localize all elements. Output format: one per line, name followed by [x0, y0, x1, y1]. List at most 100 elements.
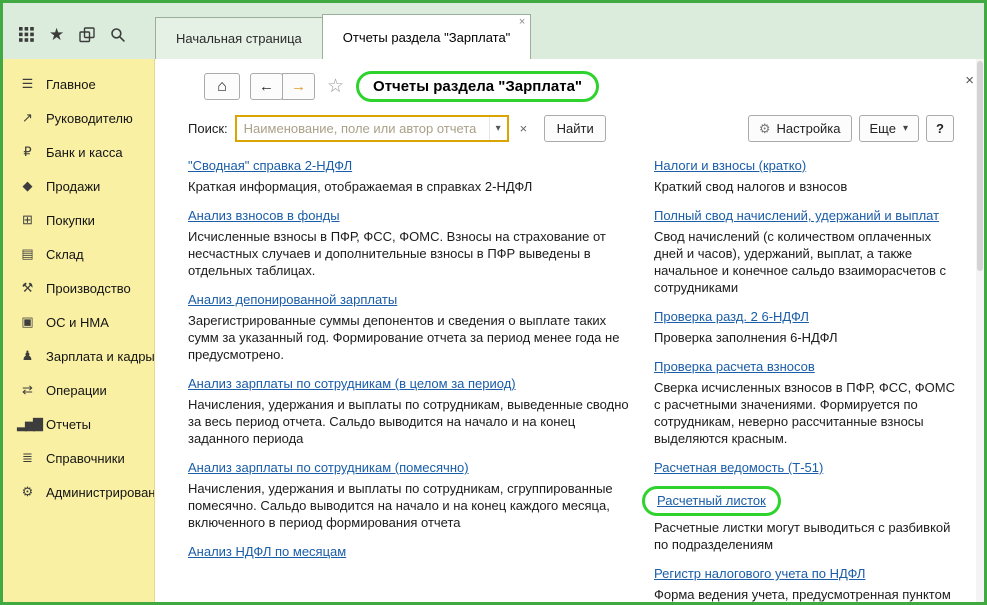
page-title: Отчеты раздела "Зарплата" [356, 71, 599, 102]
sales-bag-icon: ◆ [17, 178, 36, 194]
report-link[interactable]: Расчетный листок [657, 493, 766, 508]
find-button[interactable]: Найти [544, 115, 606, 142]
report-link[interactable]: Проверка расчета взносов [654, 359, 815, 374]
search-input[interactable] [237, 117, 489, 140]
report-link[interactable]: Проверка разд. 2 6-НДФЛ [654, 309, 809, 324]
favorites-star-icon[interactable]: ★ [49, 26, 64, 43]
report-desc: Расчетные листки могут выводиться с разб… [654, 519, 958, 553]
sidebar-item-production[interactable]: ⚒ Производство [3, 271, 154, 305]
sidebar-item-label: Отчеты [46, 417, 91, 432]
vertical-scrollbar[interactable] [976, 59, 984, 602]
report-link[interactable]: Анализ НДФЛ по месяцам [188, 544, 346, 559]
report-link[interactable]: Анализ взносов в фонды [188, 208, 340, 223]
report-item: Расчетный листок Расчетные листки могут … [654, 489, 958, 553]
settings-button[interactable]: ⚙ Настройка [748, 115, 852, 142]
report-link[interactable]: Расчетная ведомость (Т-51) [654, 460, 823, 475]
report-link[interactable]: Полный свод начислений, удержаний и выпл… [654, 208, 939, 223]
global-search-icon[interactable] [110, 27, 126, 43]
report-link[interactable]: Анализ зарплаты по сотрудникам (в целом … [188, 376, 516, 391]
apps-grid-icon[interactable] [19, 27, 34, 42]
tab-strip: Начальная страница Отчеты раздела "Зарпл… [155, 3, 530, 59]
report-column-right: Налоги и взносы (кратко) Краткий свод на… [654, 157, 964, 602]
back-arrow-icon: ← [259, 78, 274, 95]
sidebar-item-label: Справочники [46, 451, 125, 466]
sidebar-item-directories[interactable]: ≣ Справочники [3, 441, 154, 475]
sidebar-item-salary-hr[interactable]: ♟ Зарплата и кадры [3, 339, 154, 373]
tab-home-page[interactable]: Начальная страница [155, 17, 323, 59]
gear-icon: ⚙ [759, 121, 771, 137]
sidebar-item-warehouse[interactable]: ▤ Склад [3, 237, 154, 271]
settings-button-label: Настройка [777, 121, 841, 136]
report-item: Анализ депонированной зарплаты Зарегистр… [188, 291, 630, 363]
scrollbar-thumb[interactable] [977, 61, 983, 271]
warehouse-boxes-icon: ▤ [17, 246, 36, 262]
chart-up-icon: ↗ [17, 110, 36, 126]
sidebar-item-label: Операции [46, 383, 107, 398]
directories-book-icon: ≣ [17, 450, 36, 466]
add-favorite-star-icon[interactable]: ☆ [327, 75, 344, 98]
home-button[interactable]: ⌂ [204, 73, 240, 100]
recent-windows-icon[interactable] [79, 27, 95, 43]
report-item: Анализ взносов в фонды Исчисленные взнос… [188, 207, 630, 279]
ruble-coin-icon: ₽ [17, 144, 36, 160]
navigation-row: ⌂ ← → ☆ Отчеты раздела "Зарплата" [188, 71, 964, 102]
tab-label: Начальная страница [176, 31, 302, 46]
report-desc: Начисления, удержания и выплаты по сотру… [188, 480, 630, 531]
report-desc: Краткая информация, отображаемая в справ… [188, 178, 630, 195]
forward-button[interactable]: → [282, 73, 315, 100]
report-item: Расчетная ведомость (Т-51) [654, 459, 958, 477]
annotation-highlight: Расчетный листок [642, 486, 781, 516]
report-desc: Начисления, удержания и выплаты по сотру… [188, 396, 630, 447]
report-desc: Исчисленные взносы в ПФР, ФСС, ФОМС. Взн… [188, 228, 630, 279]
report-link[interactable]: Налоги и взносы (кратко) [654, 158, 806, 173]
chevron-down-icon: ▾ [903, 123, 908, 134]
report-panel: × ⌂ ← → ☆ Отчеты раздела "Зарплата" [155, 59, 984, 602]
report-item: Проверка расчета взносов Сверка исчислен… [654, 358, 958, 447]
report-item: Анализ зарплаты по сотрудникам (в целом … [188, 375, 630, 447]
chevron-down-icon[interactable]: ▾ [489, 117, 507, 140]
report-desc: Сверка исчисленных взносов в ПФР, ФСС, Ф… [654, 379, 958, 447]
main-menu-icon: ☰ [17, 76, 36, 92]
sidebar-item-fixed-assets[interactable]: ▣ ОС и НМА [3, 305, 154, 339]
report-link[interactable]: "Сводная" справка 2-НДФЛ [188, 158, 352, 173]
assets-icon: ▣ [17, 314, 36, 330]
sidebar-item-sales[interactable]: ◆ Продажи [3, 169, 154, 203]
tab-close-icon[interactable]: × [519, 17, 525, 28]
sidebar-item-purchases[interactable]: ⊞ Покупки [3, 203, 154, 237]
sidebar-item-bank-cash[interactable]: ₽ Банк и касса [3, 135, 154, 169]
sidebar-item-operations[interactable]: ⇄ Операции [3, 373, 154, 407]
report-list: "Сводная" справка 2-НДФЛ Краткая информа… [188, 157, 964, 602]
report-desc: Зарегистрированные суммы депонентов и св… [188, 312, 630, 363]
sidebar-item-manager[interactable]: ↗ Руководителю [3, 101, 154, 135]
sidebar-item-label: Администрирование [46, 485, 155, 500]
more-button[interactable]: Еще ▾ [859, 115, 919, 142]
topbar: ★ Начальная страница Отчеты раздела "Зар… [3, 3, 984, 59]
report-desc: Краткий свод налогов и взносов [654, 178, 958, 195]
report-desc: Свод начислений (с количеством оплаченны… [654, 228, 958, 296]
report-link[interactable]: Регистр налогового учета по НДФЛ [654, 566, 865, 581]
panel-close-icon[interactable]: × [965, 73, 974, 88]
sidebar-item-label: Продажи [46, 179, 100, 194]
search-clear-icon[interactable]: × [516, 121, 532, 136]
operations-icon: ⇄ [17, 382, 36, 398]
sidebar-item-administration[interactable]: ⚙ Администрирование [3, 475, 154, 509]
sidebar-item-main[interactable]: ☰ Главное [3, 67, 154, 101]
tab-salary-reports[interactable]: Отчеты раздела "Зарплата" × [322, 14, 532, 59]
search-label: Поиск: [188, 121, 228, 136]
sidebar-item-label: Производство [46, 281, 131, 296]
history-nav-group: ← → [250, 73, 315, 100]
report-link[interactable]: Анализ депонированной зарплаты [188, 292, 397, 307]
report-link[interactable]: Анализ зарплаты по сотрудникам (помесячн… [188, 460, 469, 475]
help-button[interactable]: ? [926, 115, 954, 142]
topbar-icon-cluster: ★ [3, 26, 155, 59]
section-sidebar: ☰ Главное ↗ Руководителю ₽ Банк и касса … [3, 59, 155, 602]
sidebar-item-reports[interactable]: ▂▅▇ Отчеты [3, 407, 154, 441]
more-button-label: Еще [870, 121, 896, 136]
sidebar-item-label: Руководителю [46, 111, 133, 126]
gear-icon: ⚙ [17, 484, 36, 500]
report-item: Проверка разд. 2 6-НДФЛ Проверка заполне… [654, 308, 958, 346]
home-icon: ⌂ [217, 78, 227, 96]
report-item: Налоги и взносы (кратко) Краткий свод на… [654, 157, 958, 195]
sidebar-item-label: Склад [46, 247, 84, 262]
back-button[interactable]: ← [250, 73, 283, 100]
